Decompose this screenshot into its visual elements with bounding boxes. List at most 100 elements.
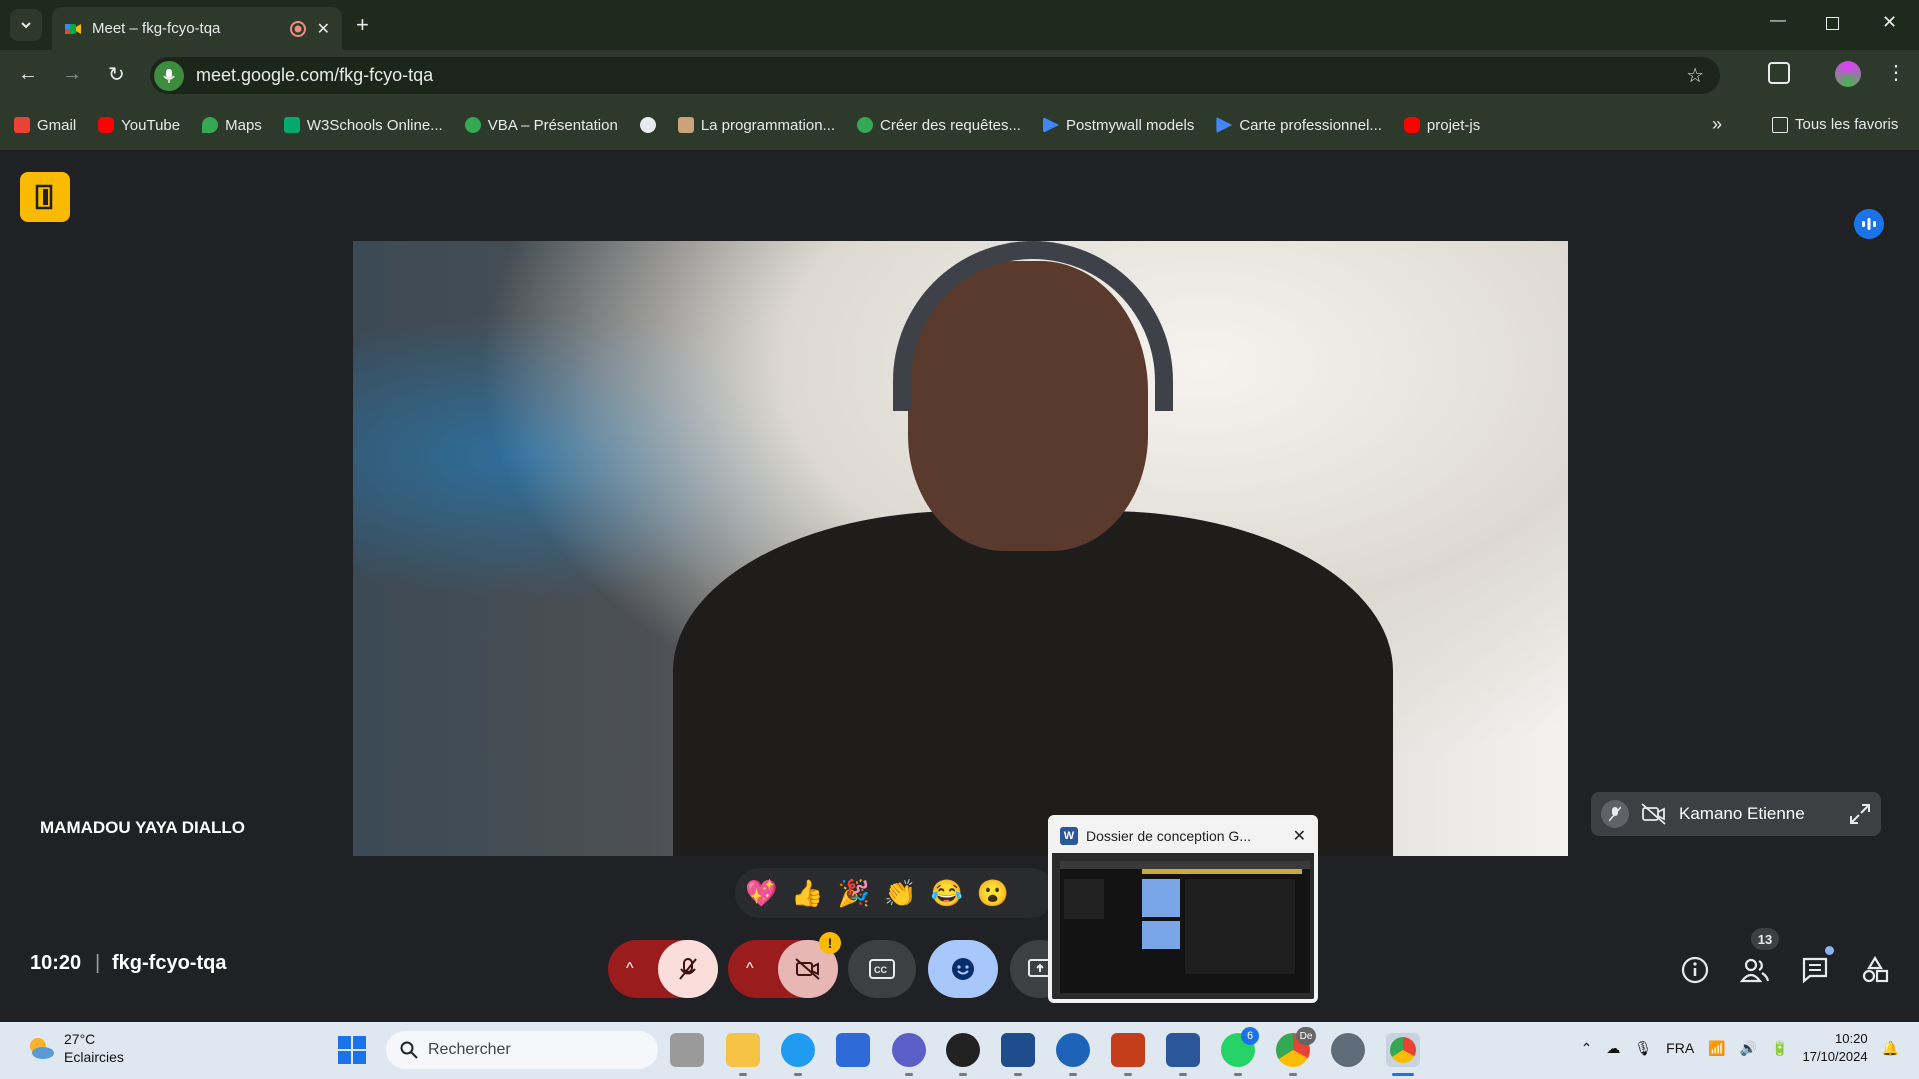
- menu-icon[interactable]: ⋮: [1886, 60, 1906, 85]
- notifications-bell-icon[interactable]: 🔔: [1882, 1040, 1899, 1057]
- meeting-info-button[interactable]: [1677, 952, 1713, 988]
- expand-icon[interactable]: [1849, 803, 1871, 825]
- participant-video-body: [673, 511, 1393, 856]
- participants-button[interactable]: 13: [1737, 928, 1779, 988]
- reaction-clap[interactable]: 👏: [884, 878, 916, 909]
- extensions-icon[interactable]: [1768, 62, 1790, 84]
- emoji-reactions-button[interactable]: [928, 940, 998, 998]
- restore-icon[interactable]: [1826, 17, 1839, 30]
- chrome-active-app[interactable]: [1386, 1033, 1420, 1067]
- close-icon[interactable]: ✕: [1293, 826, 1306, 846]
- url-text[interactable]: meet.google.com/fkg-fcyo-tqa: [196, 65, 433, 86]
- powerpoint-icon[interactable]: [1111, 1033, 1145, 1067]
- active-tab[interactable]: Meet – fkg-fcyo-tqa ✕: [52, 7, 342, 50]
- taskbar-preview-popup[interactable]: W Dossier de conception G... ✕: [1048, 815, 1318, 1003]
- recording-icon: [289, 20, 306, 37]
- bookmark-globe[interactable]: [639, 117, 656, 133]
- media-player-icon[interactable]: [946, 1033, 980, 1067]
- wifi-icon[interactable]: 📶: [1708, 1040, 1725, 1057]
- settings-icon[interactable]: [1331, 1033, 1365, 1067]
- bookmark-gmail[interactable]: Gmail: [14, 117, 76, 134]
- close-window-icon[interactable]: ✕: [1882, 12, 1897, 33]
- weather-widget[interactable]: 27°C Eclaircies: [26, 1030, 124, 1066]
- reaction-party[interactable]: 🎉: [838, 878, 870, 909]
- bookmark-maps[interactable]: Maps: [202, 117, 262, 134]
- bookmark-postmywall[interactable]: Postmywall models: [1042, 117, 1194, 134]
- language-indicator[interactable]: FRA: [1666, 1040, 1694, 1056]
- powershell-icon[interactable]: [1001, 1033, 1035, 1067]
- bookmark-requetes[interactable]: Créer des requêtes...: [857, 117, 1021, 134]
- all-bookmarks-folder[interactable]: Tous les favoris: [1772, 116, 1898, 133]
- tab-search-button[interactable]: [10, 9, 42, 41]
- address-bar[interactable]: meet.google.com/fkg-fcyo-tqa ☆: [150, 57, 1720, 94]
- taskbar-time: 10:20: [1835, 1031, 1868, 1046]
- bookmark-projet-js[interactable]: projet-js: [1403, 117, 1480, 134]
- profile-avatar[interactable]: [1835, 61, 1861, 87]
- video-options-chevron-icon[interactable]: ^: [746, 960, 754, 978]
- task-view-icon[interactable]: [670, 1033, 704, 1067]
- whatsapp-icon[interactable]: 6: [1221, 1027, 1259, 1067]
- mic-active-icon[interactable]: [154, 60, 184, 91]
- mic-off-icon: [1601, 800, 1629, 828]
- taskbar-date: 17/10/2024: [1802, 1049, 1868, 1064]
- bookmark-star-icon[interactable]: ☆: [1686, 63, 1704, 88]
- close-tab-icon[interactable]: ✕: [317, 19, 330, 39]
- reaction-surprised[interactable]: 😮: [977, 878, 1009, 909]
- speaking-indicator-icon: [1854, 209, 1884, 239]
- edge-icon[interactable]: [781, 1033, 815, 1067]
- chrome-icon[interactable]: De: [1276, 1027, 1316, 1067]
- back-icon[interactable]: ←: [18, 63, 38, 86]
- forward-icon[interactable]: →: [62, 63, 82, 86]
- info-icon: [1681, 956, 1709, 984]
- bookmark-w3schools[interactable]: W3Schools Online...: [283, 117, 443, 134]
- whatsapp-badge: 6: [1241, 1027, 1259, 1045]
- show-hidden-icons-icon[interactable]: ⌃: [1581, 1040, 1593, 1057]
- tab-strip: Meet – fkg-fcyo-tqa ✕ + — ✕: [0, 0, 1919, 50]
- bookmark-vba[interactable]: VBA – Présentation: [464, 117, 618, 134]
- word-icon: W: [1060, 827, 1078, 845]
- file-explorer-icon[interactable]: [726, 1033, 760, 1067]
- taskbar-search[interactable]: Rechercher: [386, 1031, 658, 1069]
- windows-taskbar: 27°C Eclaircies Rechercher 6 De ⌃ ☁ 🎙 FR…: [0, 1022, 1919, 1079]
- main-video-tile[interactable]: [353, 241, 1568, 856]
- folder-icon: [1772, 116, 1788, 133]
- svg-text:CC: CC: [874, 965, 887, 975]
- youtube-icon: [98, 117, 115, 133]
- new-tab-button[interactable]: +: [356, 12, 369, 38]
- reaction-thumbs-up[interactable]: 👍: [791, 878, 823, 909]
- bookmark-programmation[interactable]: La programmation...: [677, 117, 835, 134]
- card-icon: [1216, 117, 1233, 133]
- reaction-laugh[interactable]: 😂: [931, 878, 963, 909]
- reload-icon[interactable]: ↻: [108, 62, 125, 87]
- messenger-icon[interactable]: [892, 1033, 926, 1067]
- activities-button[interactable]: [1857, 952, 1893, 988]
- mic-toggle-button[interactable]: [658, 940, 718, 998]
- word-document-thumbnail[interactable]: [1060, 861, 1310, 993]
- reaction-heart[interactable]: 💖: [745, 878, 777, 909]
- volume-icon[interactable]: 🔊: [1740, 1040, 1757, 1057]
- audio-options-chevron-icon[interactable]: ^: [626, 960, 634, 978]
- captions-button[interactable]: CC: [848, 940, 916, 998]
- chat-button[interactable]: [1797, 946, 1834, 988]
- participant-tile-kamano[interactable]: Kamano Etienne: [1591, 792, 1881, 836]
- store-icon[interactable]: [836, 1033, 870, 1067]
- participants-count-badge: 13: [1751, 928, 1779, 950]
- leave-door-icon[interactable]: [20, 172, 70, 222]
- warning-badge-icon: !: [819, 932, 841, 954]
- bookmark-youtube[interactable]: YouTube: [98, 117, 180, 134]
- query-icon: [857, 117, 874, 133]
- bookmarks-bar: Gmail YouTube Maps W3Schools Online... V…: [0, 100, 1919, 150]
- tab-title: Meet – fkg-fcyo-tqa: [92, 20, 221, 37]
- taskbar-clock[interactable]: 10:20 17/10/2024: [1802, 1030, 1867, 1066]
- start-button[interactable]: [335, 1033, 369, 1067]
- battery-icon[interactable]: 🔋: [1771, 1040, 1788, 1057]
- system-tray: ⌃ ☁ 🎙 FRA 📶 🔊 🔋 10:20 17/10/2024 🔔: [1581, 1030, 1899, 1066]
- microphone-icon[interactable]: 🎙: [1634, 1040, 1652, 1057]
- globe-icon: [639, 117, 656, 133]
- docker-icon[interactable]: [1056, 1033, 1090, 1067]
- more-bookmarks-icon[interactable]: »: [1712, 114, 1722, 135]
- word-icon[interactable]: [1166, 1033, 1200, 1067]
- bookmark-carte[interactable]: Carte professionnel...: [1216, 117, 1382, 134]
- minimize-icon[interactable]: —: [1770, 12, 1786, 30]
- onedrive-icon[interactable]: ☁: [1606, 1040, 1620, 1057]
